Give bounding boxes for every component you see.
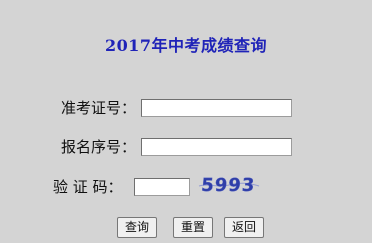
query-button[interactable]: 查询: [117, 217, 157, 238]
captcha-input[interactable]: [134, 178, 190, 196]
page-title: 2017年中考成绩查询: [104, 36, 268, 55]
exam-number-input[interactable]: [141, 99, 292, 117]
exam-number-label: 准考证号：: [61, 99, 137, 117]
registration-number-input[interactable]: [141, 138, 292, 156]
captcha-text: 5993: [200, 175, 256, 195]
captcha-label: 验 证 码：: [53, 178, 123, 196]
reset-button[interactable]: 重置: [173, 217, 213, 238]
query-panel: 2017年中考成绩查询 准考证号： 报名序号： 验 证 码： 5993 查询 重…: [0, 0, 372, 243]
back-button[interactable]: 返回: [224, 217, 264, 238]
captcha-image: 5993: [198, 175, 260, 195]
registration-number-label: 报名序号：: [61, 138, 137, 156]
